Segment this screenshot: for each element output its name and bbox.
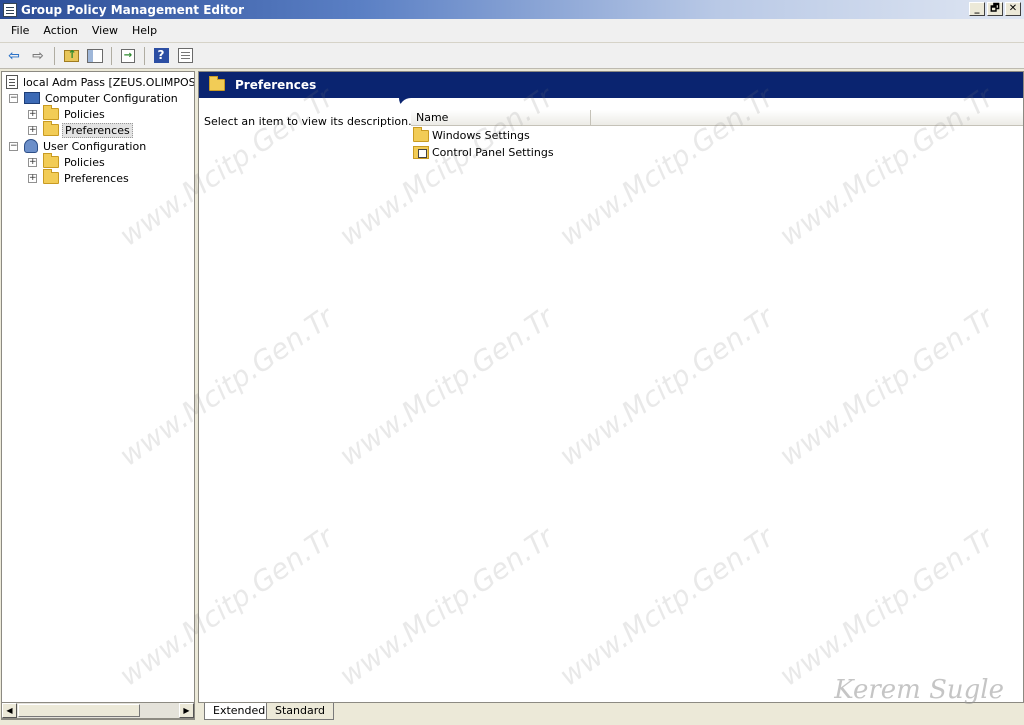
column-header-blank bbox=[591, 110, 1023, 126]
forward-button[interactable]: ⇨ bbox=[27, 45, 49, 67]
expand-uc-policies[interactable]: + bbox=[28, 158, 37, 167]
list-item-windows-settings[interactable]: Windows Settings bbox=[413, 126, 530, 144]
header-curve bbox=[399, 98, 1023, 110]
properties-button[interactable] bbox=[174, 45, 196, 67]
tree-item-cc-policies[interactable]: Policies bbox=[43, 105, 107, 122]
details-header: Preferences bbox=[199, 72, 1023, 98]
folder-icon bbox=[413, 126, 429, 142]
menu-help[interactable]: Help bbox=[125, 22, 164, 39]
column-header-name[interactable]: Name bbox=[411, 110, 591, 126]
gpo-editor-icon bbox=[3, 2, 17, 17]
scroll-left-button[interactable]: ◀ bbox=[2, 703, 17, 718]
forward-arrow-icon: ⇨ bbox=[32, 47, 44, 64]
tree-item-uc-preferences[interactable]: Preferences bbox=[43, 169, 131, 186]
gpo-document-icon bbox=[6, 75, 18, 89]
show-hide-pane-icon bbox=[87, 48, 103, 63]
window-titlebar[interactable]: Group Policy Management Editor _ 🗗 ✕ bbox=[0, 0, 1024, 19]
toolbar-separator bbox=[144, 46, 145, 65]
control-panel-folder-icon bbox=[413, 146, 429, 159]
back-button[interactable]: ⇦ bbox=[3, 45, 25, 67]
tree-label-cc-policies: Policies bbox=[64, 107, 105, 121]
tree-label-uc-preferences: Preferences bbox=[64, 171, 129, 185]
minimize-button[interactable]: _ bbox=[969, 2, 985, 16]
folder-icon bbox=[43, 105, 59, 120]
window-controls: _ 🗗 ✕ bbox=[969, 2, 1021, 16]
tab-standard[interactable]: Standard bbox=[266, 703, 335, 720]
tree-item-cc-preferences[interactable]: Preferences bbox=[43, 121, 133, 138]
details-pane: Preferences Select an item to view its d… bbox=[198, 71, 1024, 703]
up-one-level-button[interactable] bbox=[60, 45, 82, 67]
folder-up-icon bbox=[63, 48, 79, 62]
expand-cc-preferences[interactable]: + bbox=[28, 126, 37, 135]
list-column-headers: Name bbox=[411, 110, 1023, 126]
tree-label-uc-policies: Policies bbox=[64, 155, 105, 169]
menu-action[interactable]: Action bbox=[36, 22, 84, 39]
menu-view[interactable]: View bbox=[85, 22, 125, 39]
toolbar-separator bbox=[54, 46, 55, 65]
export-list-icon: → bbox=[121, 48, 135, 63]
menu-file[interactable]: File bbox=[4, 22, 36, 39]
tree-item-uc-policies[interactable]: Policies bbox=[43, 153, 107, 170]
properties-icon bbox=[177, 48, 193, 63]
help-icon: ? bbox=[153, 48, 169, 63]
folder-icon bbox=[209, 76, 225, 91]
scroll-right-button[interactable]: ▶ bbox=[179, 703, 194, 718]
folder-icon bbox=[43, 169, 59, 184]
help-button[interactable]: ? bbox=[150, 45, 172, 67]
window-title: Group Policy Management Editor bbox=[21, 2, 245, 17]
tree-label-user-configuration: User Configuration bbox=[43, 139, 147, 153]
tree-item-user-configuration[interactable]: User Configuration bbox=[24, 138, 148, 154]
computer-icon bbox=[24, 92, 40, 104]
folder-icon bbox=[43, 153, 59, 168]
close-button[interactable]: ✕ bbox=[1005, 2, 1021, 16]
tab-extended[interactable]: Extended bbox=[204, 703, 275, 720]
tree-label-cc-preferences: Preferences bbox=[62, 122, 133, 138]
folder-icon bbox=[43, 121, 59, 136]
description-text: Select an item to view its description. bbox=[204, 115, 412, 128]
tree-item-root[interactable]: local Adm Pass [ZEUS.OLIMPOS.LC bbox=[6, 74, 195, 90]
export-list-button[interactable]: → bbox=[117, 45, 139, 67]
details-title: Preferences bbox=[235, 78, 317, 92]
expand-uc-preferences[interactable]: + bbox=[28, 174, 37, 183]
collapse-user-config[interactable]: − bbox=[9, 142, 18, 151]
expand-cc-policies[interactable]: + bbox=[28, 110, 37, 119]
restore-button[interactable]: 🗗 bbox=[987, 2, 1003, 16]
user-icon bbox=[24, 139, 38, 153]
view-tabs: Extended Standard bbox=[198, 703, 1024, 723]
list-item-control-panel-settings[interactable]: Control Panel Settings bbox=[413, 144, 554, 161]
show-hide-console-tree-button[interactable] bbox=[84, 45, 106, 67]
items-list[interactable]: Name Windows Settings Control Panel Sett… bbox=[411, 110, 1023, 702]
author-signature: Kerem Sugle bbox=[834, 675, 1004, 705]
tree-item-computer-configuration[interactable]: Computer Configuration bbox=[24, 90, 180, 106]
tree-label-root: local Adm Pass [ZEUS.OLIMPOS.LC bbox=[23, 75, 195, 89]
tree-horizontal-scrollbar[interactable]: ◀ ▶ bbox=[1, 702, 195, 719]
scroll-thumb[interactable] bbox=[18, 704, 140, 717]
tree-label-computer-configuration: Computer Configuration bbox=[45, 91, 178, 105]
menu-bar: File Action View Help bbox=[0, 19, 1024, 43]
collapse-computer-config[interactable]: − bbox=[9, 94, 18, 103]
toolbar-separator bbox=[111, 46, 112, 65]
back-arrow-icon: ⇦ bbox=[8, 47, 20, 64]
list-item-label: Windows Settings bbox=[432, 129, 530, 142]
list-item-label: Control Panel Settings bbox=[432, 146, 554, 159]
console-tree[interactable]: local Adm Pass [ZEUS.OLIMPOS.LC − Comput… bbox=[1, 71, 195, 720]
toolbar: ⇦ ⇨ → ? bbox=[0, 43, 1024, 69]
